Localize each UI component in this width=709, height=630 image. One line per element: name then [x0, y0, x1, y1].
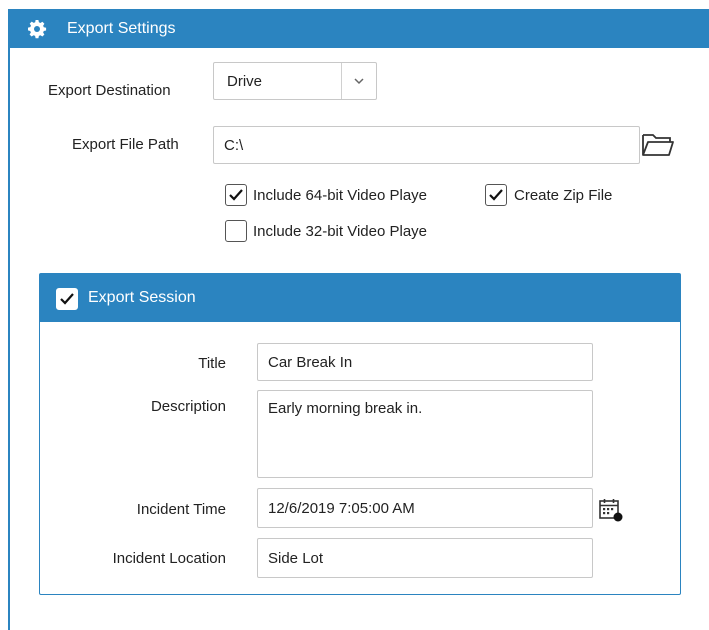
export-session-title: Export Session [88, 289, 196, 306]
checkmark-icon [229, 189, 243, 201]
folder-icon[interactable] [640, 127, 675, 161]
description-label: Description [150, 398, 226, 415]
title-label: Title [198, 355, 226, 372]
gear-icon [28, 20, 47, 39]
include-64bit-label: Include 64-bit Video Playe [253, 187, 428, 204]
panel-header: Export Settings [10, 9, 709, 48]
incident-time-input[interactable]: 12/6/2019 7:05:00 AM [257, 488, 593, 528]
export-file-path-input[interactable]: C:\ [213, 126, 640, 164]
select-divider [341, 63, 342, 99]
export-file-path-label: Export File Path [72, 136, 179, 153]
include-64bit-checkbox[interactable] [225, 184, 247, 206]
create-zip-checkbox[interactable] [485, 184, 507, 206]
checkmark-icon [60, 293, 74, 305]
chevron-down-icon[interactable] [352, 74, 366, 88]
checkmark-icon [489, 189, 503, 201]
incident-location-input[interactable]: Side Lot [257, 538, 593, 578]
panel-title: Export Settings [67, 20, 176, 37]
export-session-checkbox[interactable] [56, 288, 78, 310]
description-textarea[interactable]: Early morning break in. [257, 390, 593, 478]
calendar-icon[interactable] [598, 497, 624, 523]
include-32bit-checkbox[interactable] [225, 220, 247, 242]
export-destination-label: Export Destination [48, 82, 171, 99]
export-destination-select[interactable]: Drive [213, 62, 377, 100]
create-zip-label: Create Zip File [514, 187, 613, 204]
incident-location-label: Incident Location [112, 550, 226, 567]
include-32bit-label: Include 32-bit Video Playe [253, 223, 428, 240]
incident-time-label: Incident Time [136, 501, 226, 518]
export-session-header: Export Session [40, 274, 680, 322]
export-destination-value: Drive [227, 73, 263, 90]
title-input[interactable]: Car Break In [257, 343, 593, 381]
